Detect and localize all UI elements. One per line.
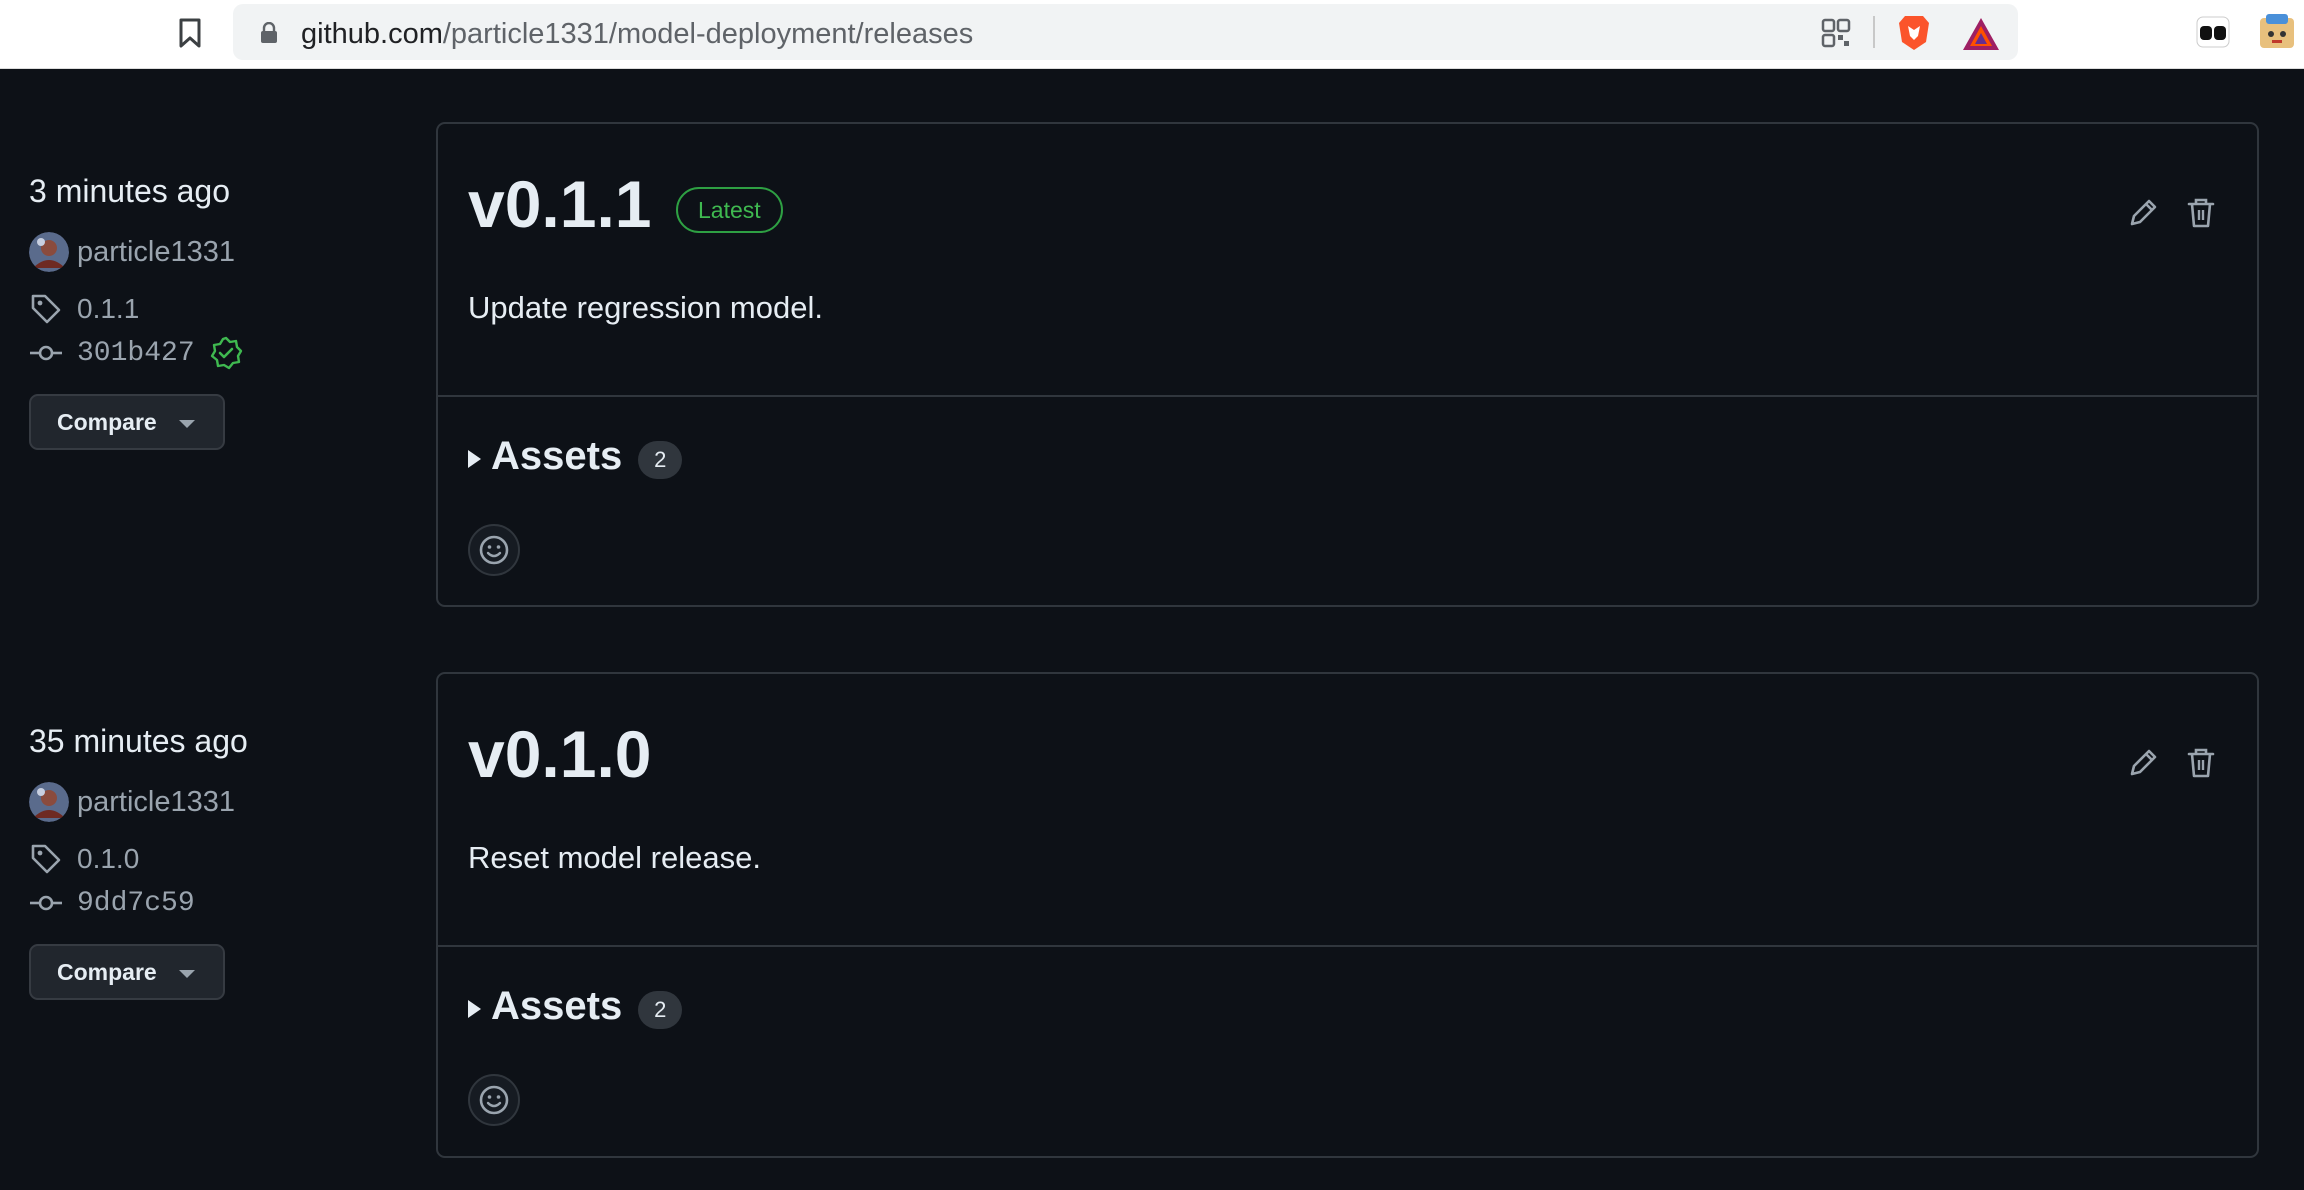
trash-icon[interactable] [2184, 746, 2218, 780]
assets-toggle[interactable]: Assets 2 [468, 984, 683, 1029]
release-card: v0.1.0 Reset model release. Assets 2 [436, 672, 2259, 1158]
avatar[interactable] [29, 782, 69, 822]
compare-button[interactable]: Compare [29, 394, 225, 450]
tag-name[interactable]: 0.1.1 [77, 293, 139, 325]
latest-badge: Latest [676, 187, 783, 233]
release-tag[interactable]: 0.1.0 [29, 842, 139, 876]
release-header: v0.1.0 Reset model release. [438, 674, 2257, 947]
author-name[interactable]: particle1331 [77, 786, 235, 819]
browser-toolbar: github.com/particle1331/model-deployment… [0, 0, 2304, 69]
pencil-icon[interactable] [2126, 746, 2160, 780]
release-title[interactable]: v0.1.0 [468, 716, 652, 792]
tag-icon [31, 844, 61, 874]
compare-button[interactable]: Compare [29, 944, 225, 1000]
url-divider [1873, 16, 1875, 48]
trash-icon[interactable] [2184, 196, 2218, 230]
assets-toggle[interactable]: Assets 2 [468, 434, 683, 479]
verified-icon[interactable] [209, 336, 243, 370]
compare-label: Compare [57, 958, 157, 985]
lock-icon [261, 22, 277, 43]
commit-sha[interactable]: 301b427 [77, 338, 195, 369]
smiley-icon [479, 1085, 509, 1115]
extension-icon[interactable] [2196, 16, 2230, 48]
release-tag[interactable]: 0.1.1 [29, 292, 139, 326]
commit-icon [30, 895, 62, 911]
avatar[interactable] [29, 232, 69, 272]
add-reaction-button[interactable] [468, 524, 520, 576]
author-name[interactable]: particle1331 [77, 236, 235, 269]
release-author[interactable]: particle1331 [29, 781, 235, 823]
release-card: v0.1.1 Latest Update regression model. A… [436, 122, 2259, 607]
release-description: Reset model release. [468, 840, 761, 875]
assets-label: Assets [491, 434, 623, 478]
assets-label: Assets [491, 984, 623, 1028]
smiley-icon [479, 535, 509, 565]
assets-count: 2 [638, 990, 683, 1029]
assets-count: 2 [638, 440, 683, 479]
disclosure-triangle-icon [468, 449, 481, 468]
add-reaction-button[interactable] [468, 1074, 520, 1126]
pencil-icon[interactable] [2126, 196, 2160, 230]
disclosure-triangle-icon [468, 999, 481, 1018]
release-time[interactable]: 35 minutes ago [29, 723, 248, 760]
brave-shield-icon[interactable] [1897, 14, 1931, 52]
qr-code-icon[interactable] [1821, 18, 1851, 48]
address-bar[interactable]: github.com/particle1331/model-deployment… [233, 4, 2018, 60]
brave-rewards-icon[interactable] [1961, 16, 2001, 52]
chevron-down-icon [178, 420, 195, 428]
compare-label: Compare [57, 408, 157, 435]
extension-icon-2[interactable] [2258, 12, 2296, 50]
release-header: v0.1.1 Latest Update regression model. [438, 124, 2257, 397]
url-text[interactable]: github.com/particle1331/model-deployment… [301, 18, 973, 51]
release-author[interactable]: particle1331 [29, 231, 235, 273]
release-commit[interactable]: 301b427 [29, 336, 243, 370]
commit-icon [30, 345, 62, 361]
release-commit[interactable]: 9dd7c59 [29, 886, 195, 920]
release-title[interactable]: v0.1.1 [468, 166, 652, 242]
tag-icon [31, 294, 61, 324]
bookmark-icon[interactable] [175, 17, 205, 49]
chevron-down-icon [178, 970, 195, 978]
release-time[interactable]: 3 minutes ago [29, 173, 230, 210]
release-description: Update regression model. [468, 290, 823, 325]
commit-sha[interactable]: 9dd7c59 [77, 888, 195, 919]
tag-name[interactable]: 0.1.0 [77, 843, 139, 875]
